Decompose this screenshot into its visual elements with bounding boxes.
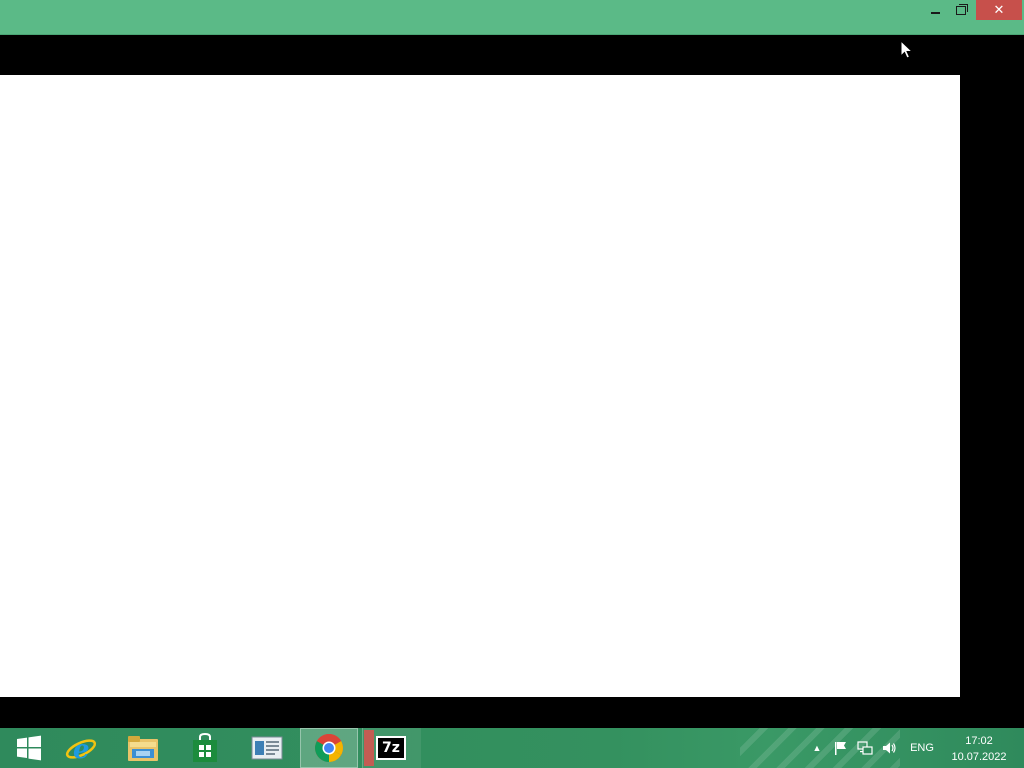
taskbar-7zip[interactable]: 7z <box>362 728 421 768</box>
7zip-label: 7z <box>382 740 400 756</box>
taskbar-store[interactable] <box>176 728 234 768</box>
action-center-button[interactable] <box>830 728 852 768</box>
7zip-highlight <box>364 730 374 766</box>
close-button[interactable]: ✕ <box>976 0 1022 20</box>
language-label: ENG <box>910 742 934 754</box>
svg-text:e: e <box>73 735 90 764</box>
minimize-button[interactable] <box>922 0 948 20</box>
internet-explorer-icon: e <box>65 735 97 764</box>
language-indicator[interactable]: ENG <box>904 728 940 768</box>
show-hidden-icons-button[interactable]: ▲ <box>808 728 826 768</box>
document-reader-icon <box>251 736 283 760</box>
taskbar-file-explorer[interactable] <box>114 728 172 768</box>
volume-button[interactable] <box>878 728 900 768</box>
mouse-cursor-icon <box>900 40 914 59</box>
window-content <box>0 75 960 697</box>
windows-logo-icon <box>17 735 41 761</box>
taskbar-reader[interactable] <box>238 728 296 768</box>
7zip-icon: 7z <box>376 736 406 760</box>
restore-button[interactable] <box>948 0 974 20</box>
taskbar-chrome[interactable] <box>300 728 358 768</box>
clock-time: 17:02 <box>965 735 993 747</box>
window-titlebar[interactable]: ✕ <box>0 0 1024 35</box>
network-icon <box>857 741 873 755</box>
minimize-icon <box>930 12 940 14</box>
flag-icon <box>835 742 846 755</box>
close-icon: ✕ <box>993 2 1005 17</box>
folder-icon <box>128 736 158 761</box>
clock-date: 10.07.2022 <box>951 751 1007 763</box>
taskbar-internet-explorer[interactable]: e <box>52 728 110 768</box>
clock[interactable]: 17:02 10.07.2022 <box>944 733 1014 765</box>
start-button[interactable] <box>0 728 58 768</box>
network-button[interactable] <box>854 728 876 768</box>
speaker-icon <box>883 742 896 754</box>
restore-icon <box>956 3 968 15</box>
chevron-up-icon: ▲ <box>812 743 822 753</box>
store-bag-icon <box>193 733 217 762</box>
chrome-icon <box>315 734 343 762</box>
taskbar: e 7z ▲ ENG 17:02 10.07.2022 <box>0 728 1024 768</box>
